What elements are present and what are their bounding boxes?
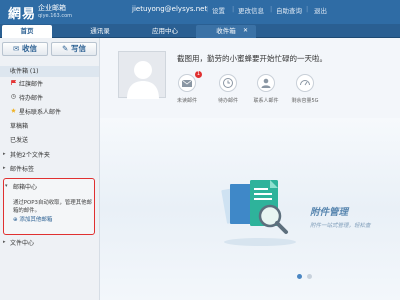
sidebar-item-starred-contacts[interactable]: 星标联系人邮件 [19, 107, 61, 116]
star-icon [11, 108, 16, 113]
receive-label: 收信 [21, 44, 37, 53]
sidebar-item-sent[interactable]: 已发送 [10, 135, 28, 144]
account-name[interactable]: jietuyong@elysys.net [132, 5, 207, 13]
mail-center-panel: ▾ 邮箱中心 通过POP3自动收取，管理其他邮箱的邮件。 ⊕ 添加其他邮箱 [3, 178, 95, 235]
unread-mail-label: 未读邮件 [176, 98, 197, 104]
nav-profile[interactable]: 更改信息 [238, 5, 264, 15]
add-mailbox-label: 添加其他邮箱 [19, 217, 53, 223]
tab-app-center[interactable]: 应用中心 [140, 25, 190, 38]
chevron-right-icon[interactable]: ▸ [3, 151, 6, 157]
nav-separator: | [232, 5, 235, 13]
compose-button[interactable]: ✎ 写信 [51, 42, 97, 56]
carousel-dot-active[interactable] [297, 274, 302, 279]
sidebar-item-inbox[interactable]: 收件箱 (1) [0, 66, 99, 77]
storage-label: 剩余容量5G [291, 98, 319, 104]
clock-icon [223, 78, 233, 88]
contact-mail-label: 联系人邮件 [253, 98, 279, 104]
envelope-icon [181, 79, 193, 87]
nav-separator: | [306, 5, 309, 13]
logo-product-name: 企业邮箱 [38, 4, 66, 12]
nav-logout[interactable]: 退出 [314, 5, 327, 15]
close-icon[interactable]: ✕ [243, 27, 248, 34]
sidebar-item-todo[interactable]: 待办邮件 [19, 93, 43, 102]
unread-mail-button[interactable] [178, 74, 196, 92]
nav-separator: | [206, 5, 209, 13]
chevron-down-icon[interactable]: ▾ [5, 183, 8, 189]
compose-icon: ✎ [62, 44, 69, 53]
sidebar-item-other-folders[interactable]: 其他2个文件夹 [10, 150, 50, 159]
logo-subtitle: 企业邮箱 qiye.163.com [38, 4, 72, 20]
nav-settings[interactable]: 设置 [212, 5, 225, 15]
promo-title: 附件管理 [310, 207, 349, 218]
storage-gauge-icon [300, 80, 310, 86]
tab-bar: 首页 通讯录 应用中心 收件箱 ✕ [0, 24, 400, 38]
tab-contacts[interactable]: 通讯录 [78, 25, 122, 38]
sidebar-action-row: ✉ 收信 ✎ 写信 [2, 42, 98, 56]
nav-separator: | [270, 5, 273, 13]
receive-button[interactable]: ✉ 收信 [2, 42, 48, 56]
promo-subtitle: 附件一站式管理，轻松查 [310, 223, 371, 229]
logo-domain: qiye.163.com [38, 13, 72, 19]
chevron-right-icon[interactable]: ▸ [3, 239, 6, 245]
nav-self-service[interactable]: 自助查询 [276, 5, 302, 15]
greeting-text: 截图用，勤劳的小蜜蜂要开始忙碌的一天啦。 [177, 54, 327, 63]
logo: 網易 [8, 7, 37, 22]
unread-badge: 1 [195, 71, 202, 78]
sidebar-item-mail-tags[interactable]: 邮件标签 [10, 164, 34, 173]
compose-label: 写信 [70, 44, 86, 53]
tab-home[interactable]: 首页 [2, 25, 52, 38]
contact-mail-button[interactable] [257, 74, 275, 92]
add-icon: ⊕ [13, 217, 18, 223]
sidebar-item-flagged[interactable]: 红旗邮件 [19, 79, 43, 88]
main-content: 截图用，勤劳的小蜜蜂要开始忙碌的一天啦。 1 未读邮件 待办邮件 联系人邮件 剩… [100, 38, 400, 300]
carousel-dot[interactable] [307, 274, 312, 279]
storage-button[interactable] [296, 74, 314, 92]
avatar[interactable] [118, 51, 166, 99]
todo-icon [11, 94, 16, 99]
chevron-right-icon[interactable]: ▸ [3, 165, 6, 171]
top-header: 網易 企业邮箱 qiye.163.com jietuyong@elysys.ne… [0, 0, 400, 24]
add-mailbox-link[interactable]: ⊕ 添加其他邮箱 [13, 215, 52, 223]
mail-center-description: 通过POP3自动收取，管理其他邮箱的邮件。 [13, 200, 92, 214]
user-silhouette-icon [127, 61, 159, 99]
todo-mail-label: 待办邮件 [217, 98, 238, 104]
sidebar: ✉ 收信 ✎ 写信 收件箱 (1) 红旗邮件 待办邮件 星标联系人邮件 草稿箱 … [0, 38, 100, 300]
todo-mail-button[interactable] [219, 74, 237, 92]
mail-center-title[interactable]: 邮箱中心 [13, 182, 37, 191]
contact-icon [261, 78, 271, 88]
receive-icon: ✉ [13, 44, 20, 53]
sidebar-item-drafts[interactable]: 草稿箱 [10, 121, 28, 130]
attachment-illustration [221, 180, 296, 246]
sidebar-item-file-center[interactable]: 文件中心 [10, 238, 34, 247]
red-flag-icon [11, 80, 16, 85]
